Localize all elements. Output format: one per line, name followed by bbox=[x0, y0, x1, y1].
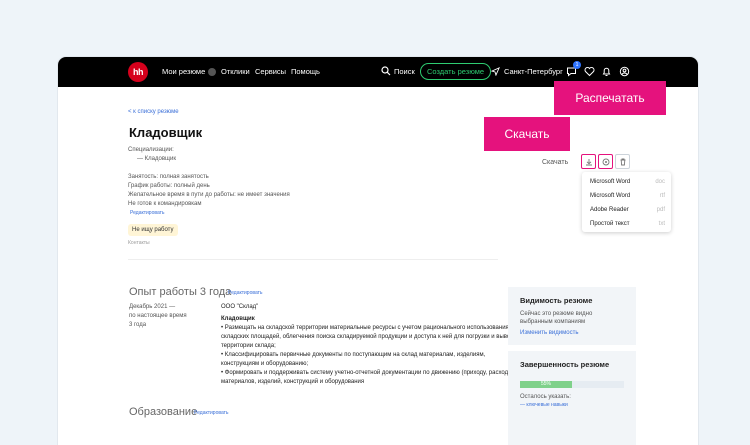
chevron-badge-icon bbox=[208, 68, 217, 77]
menu-item-txt[interactable]: Простой текст txt bbox=[590, 221, 665, 227]
experience-period-end: по настоящее время bbox=[129, 313, 187, 319]
delete-button[interactable] bbox=[615, 154, 630, 169]
visibility-text: выбранным компаниям bbox=[520, 319, 586, 325]
visibility-text: Сейчас это резюме видно bbox=[520, 311, 593, 317]
visibility-title: Видимость резюме bbox=[520, 296, 593, 305]
nav-services[interactable]: Сервисы bbox=[255, 67, 286, 76]
duty-line: • Формировать и поддерживать систему уче… bbox=[221, 370, 514, 376]
print-callout: Распечатать bbox=[554, 81, 666, 115]
edit-education-link[interactable]: Редактировать bbox=[194, 410, 229, 416]
back-to-resumes-link[interactable]: < к списку резюме bbox=[128, 109, 179, 115]
resume-action-buttons bbox=[581, 154, 630, 169]
duty-line: складских площадей, облегчения поиска ск… bbox=[221, 334, 521, 340]
education-heading: Образование bbox=[129, 406, 198, 418]
hh-logo[interactable]: hh bbox=[128, 62, 148, 82]
key-skills-link[interactable]: — ключевые навыки bbox=[520, 402, 568, 408]
duty-line: материалов, изделий, конструкций и обору… bbox=[221, 379, 365, 385]
resume-page: < к списку резюме Кладовщик Специализаци… bbox=[58, 87, 698, 445]
duty-line: конструкциям и оборудованию; bbox=[221, 361, 309, 367]
specialization-value: — Кладовщик bbox=[137, 156, 176, 162]
nav-search[interactable]: Поиск bbox=[394, 67, 415, 76]
search-icon[interactable] bbox=[381, 66, 391, 76]
menu-item-label: Простой текст bbox=[590, 221, 630, 227]
specializations-label: Специализации: bbox=[128, 147, 174, 153]
location-arrow-icon bbox=[491, 67, 500, 76]
notification-count-badge: 1 bbox=[573, 61, 581, 69]
business-trips-text: Не готов к командировкам bbox=[128, 201, 202, 207]
heart-icon[interactable] bbox=[584, 66, 595, 77]
menu-item-pdf[interactable]: Adobe Reader pdf bbox=[590, 207, 665, 213]
experience-period-start: Декабрь 2021 — bbox=[129, 304, 176, 310]
download-callout: Скачать bbox=[484, 117, 570, 151]
nav-city[interactable]: Санкт-Петербург bbox=[504, 67, 563, 76]
nav-responses[interactable]: Отклики bbox=[221, 67, 250, 76]
download-icon bbox=[585, 158, 592, 165]
employment-text: Занятость: полная занятость bbox=[128, 174, 209, 180]
nav-my-resumes[interactable]: Мои резюме bbox=[162, 67, 217, 77]
create-resume-button[interactable]: Создать резюме bbox=[420, 63, 492, 80]
experience-duration: 3 года bbox=[129, 322, 147, 328]
browser-frame: hh Мои резюме Отклики Сервисы Помощь Пои… bbox=[58, 57, 698, 445]
completeness-title: Завершенность резюме bbox=[520, 360, 610, 369]
nav-my-resumes-label: Мои резюме bbox=[162, 67, 206, 76]
download-format-menu: Microsoft Word doc Microsoft Word rtf Adob… bbox=[582, 172, 671, 232]
completeness-card: Завершенность резюме 55% Осталось указат… bbox=[508, 351, 636, 445]
menu-item-label: Microsoft Word bbox=[590, 193, 631, 199]
completeness-progress-bar: 55% bbox=[520, 381, 624, 388]
experience-heading: Опыт работы 3 года bbox=[129, 286, 232, 298]
duty-line: • Размещать на складской территории мате… bbox=[221, 325, 509, 331]
download-button[interactable] bbox=[581, 154, 596, 169]
change-visibility-link[interactable]: Изменить видимость bbox=[520, 330, 578, 336]
travel-time-text: Желательное время в пути до работы: не и… bbox=[128, 192, 290, 198]
menu-item-label: Microsoft Word bbox=[590, 179, 631, 185]
nav-help[interactable]: Помощь bbox=[291, 67, 320, 76]
contacts-label: Контакты bbox=[128, 240, 150, 246]
edit-main-info-link[interactable]: Редактировать bbox=[130, 210, 165, 216]
remaining-label: Осталось указать: bbox=[520, 394, 571, 400]
resume-title: Кладовщик bbox=[129, 125, 203, 140]
menu-item-format: pdf bbox=[656, 207, 665, 213]
hidden-download-label: Скачать bbox=[542, 159, 569, 166]
menu-item-format: txt bbox=[658, 221, 665, 227]
profile-icon[interactable] bbox=[619, 66, 630, 77]
menu-item-label: Adobe Reader bbox=[590, 207, 629, 213]
duty-line: территории склада; bbox=[221, 343, 276, 349]
progress-percent-label: 55% bbox=[540, 381, 551, 387]
eye-icon bbox=[602, 158, 609, 165]
visibility-card: Видимость резюме Сейчас это резюме видно… bbox=[508, 287, 636, 345]
company-name: ООО "Склад" bbox=[221, 304, 259, 310]
menu-item-format: doc bbox=[655, 179, 665, 185]
duty-line: • Классифицировать первичные документы п… bbox=[221, 352, 486, 358]
trash-icon bbox=[620, 158, 625, 165]
edit-experience-link[interactable]: Редактировать bbox=[228, 290, 263, 296]
schedule-text: График работы: полный день bbox=[128, 183, 210, 189]
job-search-status-badge[interactable]: Не ищу работу bbox=[128, 224, 178, 236]
menu-item-word-rtf[interactable]: Microsoft Word rtf bbox=[590, 193, 665, 199]
menu-item-word-doc[interactable]: Microsoft Word doc bbox=[590, 179, 665, 185]
section-divider bbox=[128, 259, 498, 260]
position-title: Кладовщик bbox=[221, 316, 255, 322]
logo-text: hh bbox=[133, 67, 144, 77]
bell-icon[interactable] bbox=[601, 66, 612, 77]
print-button[interactable] bbox=[598, 154, 613, 169]
menu-item-format: rtf bbox=[659, 193, 665, 199]
